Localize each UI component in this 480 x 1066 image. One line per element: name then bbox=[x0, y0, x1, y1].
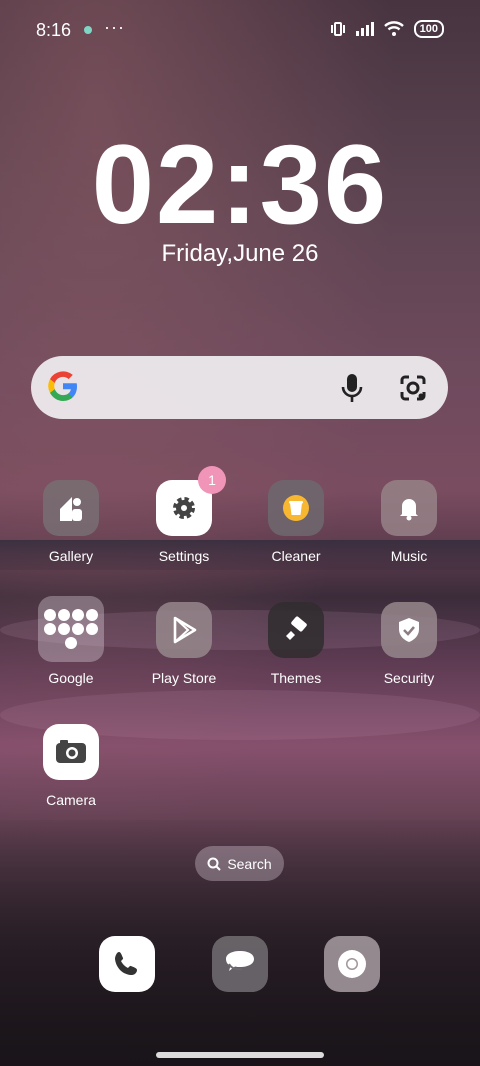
app-folder-google[interactable]: Google bbox=[21, 596, 121, 686]
more-notifications-icon: ··· bbox=[104, 17, 125, 37]
app-label: Cleaner bbox=[271, 548, 321, 564]
vibrate-icon bbox=[330, 22, 345, 36]
meet-icon bbox=[58, 623, 70, 635]
notification-dot-icon bbox=[84, 26, 92, 34]
voice-search-mic-icon[interactable] bbox=[337, 372, 367, 404]
search-icon bbox=[207, 857, 222, 871]
assistant-icon bbox=[86, 623, 98, 635]
security-shield-icon bbox=[381, 602, 437, 658]
app-label: Themes bbox=[270, 670, 322, 686]
app-cleaner[interactable]: Cleaner bbox=[246, 480, 346, 564]
signal-icon bbox=[355, 22, 374, 36]
notification-badge: 1 bbox=[198, 466, 226, 494]
phone-icon bbox=[115, 952, 137, 975]
maps-icon bbox=[72, 609, 84, 621]
messages-icon bbox=[226, 951, 254, 971]
app-themes[interactable]: Themes bbox=[246, 602, 346, 686]
photos-icon bbox=[72, 623, 84, 635]
app-label: Music bbox=[390, 548, 428, 564]
app-label: Security bbox=[383, 670, 435, 686]
drive-icon bbox=[44, 623, 56, 635]
dock-chrome[interactable] bbox=[324, 936, 380, 992]
gallery-icon bbox=[43, 480, 99, 536]
search-label: Search bbox=[227, 855, 272, 872]
chrome-icon bbox=[338, 950, 366, 978]
play-store-icon bbox=[156, 602, 212, 658]
dock-messages[interactable] bbox=[212, 936, 268, 992]
dock-phone[interactable] bbox=[99, 936, 155, 992]
app-security[interactable]: Security bbox=[359, 602, 459, 686]
date-label[interactable]: Friday,June 26 bbox=[0, 240, 480, 268]
google-search-bar[interactable] bbox=[31, 356, 448, 419]
themes-brush-icon bbox=[268, 602, 324, 658]
files-icon bbox=[65, 637, 77, 649]
app-play-store[interactable]: Play Store bbox=[134, 602, 234, 686]
battery-indicator: 100 bbox=[413, 20, 444, 38]
clock-widget[interactable]: 02:36 bbox=[0, 120, 480, 249]
app-settings[interactable]: 1 Settings bbox=[134, 466, 234, 564]
settings-gear-icon: 1 bbox=[156, 466, 226, 536]
google-logo-icon bbox=[48, 371, 77, 401]
youtube-icon bbox=[86, 609, 98, 621]
app-label: Play Store bbox=[151, 670, 217, 686]
app-music[interactable]: Music bbox=[359, 480, 459, 564]
google-app-icon bbox=[44, 609, 56, 621]
wifi-icon bbox=[383, 21, 404, 36]
camera-icon bbox=[43, 724, 99, 780]
app-gallery[interactable]: Gallery bbox=[21, 480, 121, 564]
app-camera[interactable]: Camera bbox=[21, 724, 121, 808]
gesture-navigation-bar[interactable] bbox=[156, 1052, 324, 1058]
app-label: Settings bbox=[158, 548, 210, 564]
status-time: 8:16 bbox=[36, 20, 72, 40]
google-folder-icon bbox=[38, 596, 104, 662]
google-lens-icon[interactable] bbox=[397, 372, 429, 404]
app-label: Camera bbox=[46, 792, 96, 808]
gmail-icon bbox=[58, 609, 70, 621]
music-bell-icon bbox=[381, 480, 437, 536]
cleaner-icon bbox=[268, 480, 324, 536]
app-label: Google bbox=[48, 670, 94, 686]
status-bar: 8:16 ··· 100 bbox=[0, 0, 480, 60]
app-label: Gallery bbox=[48, 548, 94, 564]
app-search-button[interactable]: Search bbox=[195, 846, 284, 881]
